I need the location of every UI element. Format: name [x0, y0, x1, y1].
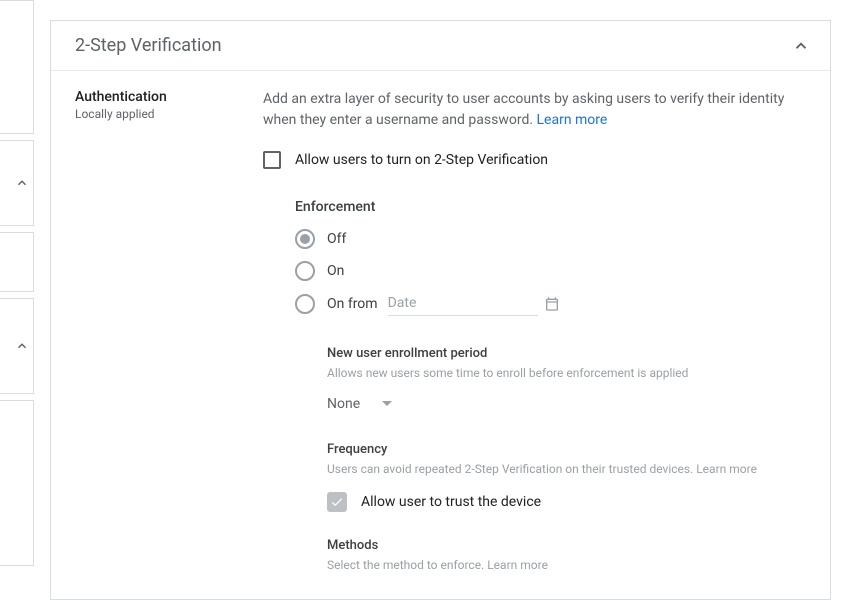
radio-off-label: Off	[327, 231, 346, 247]
description-body: Add an extra layer of security to user a…	[263, 91, 784, 128]
trust-device-label: Allow user to trust the device	[361, 494, 541, 510]
chevron-up-icon	[0, 299, 33, 393]
panel-header[interactable]: 2-Step Verification	[51, 21, 830, 71]
enrollment-label: New user enrollment period	[327, 346, 806, 361]
radio-on-from-label: On from	[327, 296, 378, 312]
panel-body: Authentication Locally applied Add an ex…	[51, 71, 830, 599]
side-column: Authentication Locally applied	[75, 89, 251, 599]
radio-on-label: On	[327, 263, 344, 279]
frequency-sublabel-text: Users can avoid repeated 2-Step Verifica…	[327, 462, 696, 476]
frequency-sublabel: Users can avoid repeated 2-Step Verifica…	[327, 461, 806, 478]
chevron-up-icon	[0, 141, 33, 225]
radio-row-on: On	[295, 259, 806, 283]
chevron-up-icon	[792, 37, 810, 55]
authentication-title: Authentication	[75, 89, 251, 105]
radio-on[interactable]	[295, 261, 315, 281]
radio-row-off: Off	[295, 227, 806, 251]
frequency-section: Frequency Users can avoid repeated 2-Ste…	[263, 442, 806, 512]
radio-row-on-from: On from	[295, 291, 806, 316]
left-segment-5	[0, 400, 34, 566]
learn-more-link[interactable]: Learn more	[537, 112, 608, 128]
description-text: Add an extra layer of security to user a…	[263, 89, 806, 131]
enrollment-dropdown[interactable]: None	[327, 396, 806, 412]
enforcement-label: Enforcement	[295, 199, 806, 215]
left-sidebar-rail	[0, 0, 34, 572]
left-segment-3	[0, 232, 34, 292]
enrollment-section: New user enrollment period Allows new us…	[263, 346, 806, 412]
calendar-icon[interactable]	[544, 296, 560, 312]
allow-2sv-label: Allow users to turn on 2-Step Verificati…	[295, 152, 548, 168]
allow-2sv-checkbox-row: Allow users to turn on 2-Step Verificati…	[263, 151, 806, 169]
trust-device-row: Allow user to trust the device	[327, 492, 806, 512]
locally-applied-label: Locally applied	[75, 107, 251, 121]
main-column: Add an extra layer of security to user a…	[251, 89, 806, 599]
panel-title: 2-Step Verification	[75, 35, 222, 56]
methods-section: Methods Select the method to enforce. Le…	[263, 538, 806, 574]
enforcement-section: Enforcement Off On On from	[263, 199, 806, 316]
radio-off[interactable]	[295, 229, 315, 249]
left-segment-2[interactable]	[0, 140, 34, 226]
enforcement-radio-group: Off On On from	[295, 227, 806, 316]
frequency-learn-more-link[interactable]: Learn more	[696, 462, 757, 476]
frequency-label: Frequency	[327, 442, 806, 457]
allow-2sv-checkbox[interactable]	[263, 151, 281, 169]
left-segment-1	[0, 0, 34, 134]
methods-learn-more-link[interactable]: Learn more	[487, 558, 548, 572]
chevron-down-icon	[382, 401, 392, 406]
trust-device-checkbox[interactable]	[327, 492, 347, 512]
methods-sublabel-text: Select the method to enforce.	[327, 558, 487, 572]
methods-sublabel: Select the method to enforce. Learn more	[327, 557, 806, 574]
radio-on-from[interactable]	[295, 294, 315, 314]
left-segment-4[interactable]	[0, 298, 34, 394]
enrollment-sublabel: Allows new users some time to enroll bef…	[327, 365, 806, 382]
methods-label: Methods	[327, 538, 806, 553]
enforcement-date-input[interactable]	[388, 291, 538, 316]
two-step-verification-panel: 2-Step Verification Authentication Local…	[50, 20, 831, 600]
enrollment-dropdown-value: None	[327, 396, 360, 412]
